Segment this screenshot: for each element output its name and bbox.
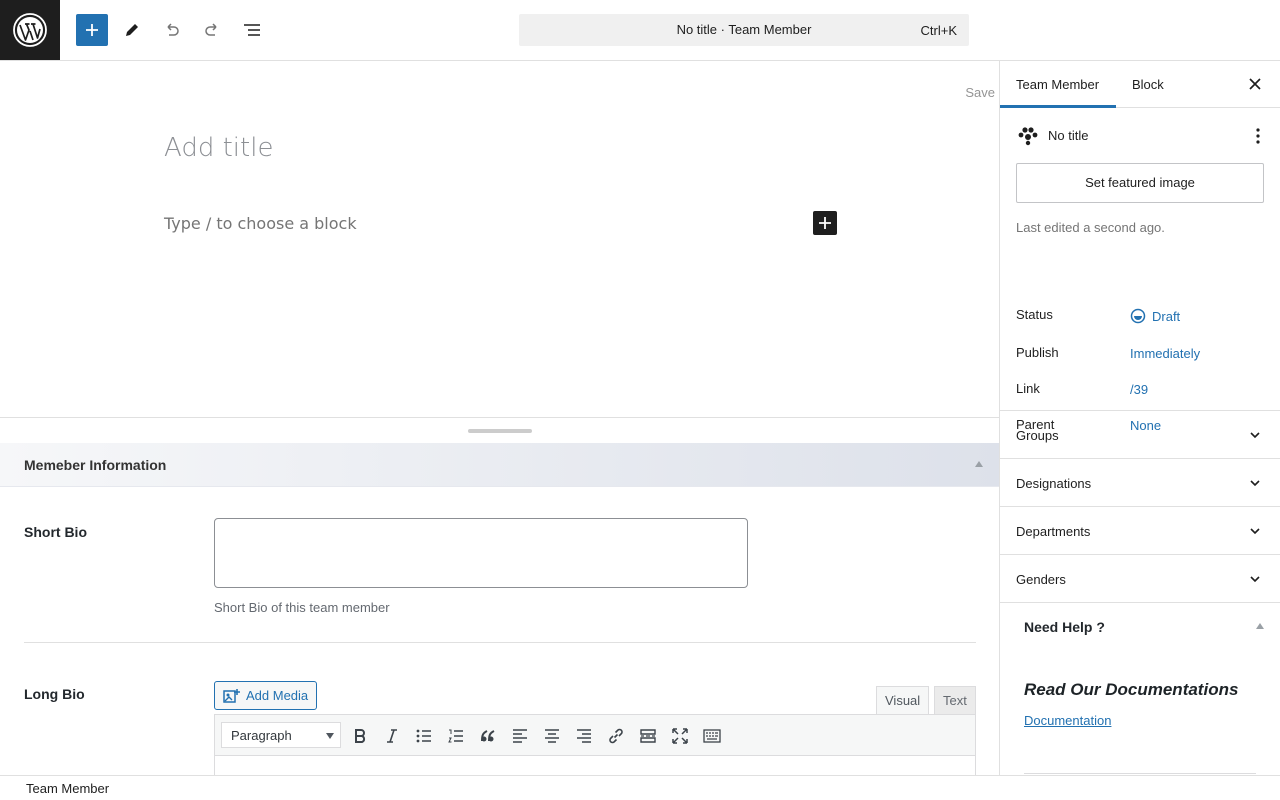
inline-inserter-button[interactable] — [813, 211, 837, 235]
short-bio-textarea[interactable] — [214, 518, 748, 588]
post-card-title: No title — [1048, 128, 1089, 143]
post-summary-panel: No title Set featured image Last edited … — [1000, 108, 1280, 433]
default-block-appender[interactable]: Type / to choose a block — [164, 214, 357, 233]
documentation-link[interactable]: Documentation — [1024, 713, 1111, 728]
tinymce-toolbar: Paragraph — [214, 714, 976, 756]
bulleted-list-icon[interactable] — [413, 725, 435, 747]
panel-title: Designations — [1016, 476, 1092, 491]
add-media-label: Add Media — [246, 688, 309, 703]
redo-button[interactable] — [196, 14, 228, 46]
status-label: Status — [1016, 307, 1053, 322]
metabox-title: Memeber Information — [24, 457, 167, 473]
chevron-down-icon — [1250, 480, 1260, 487]
long-bio-label: Long Bio — [24, 686, 85, 702]
list-view-icon — [244, 24, 260, 36]
format-select-value: Paragraph — [231, 728, 292, 743]
save-draft-button[interactable]: Save — [965, 85, 995, 100]
link-icon[interactable] — [605, 725, 627, 747]
chevron-down-icon — [1250, 528, 1260, 535]
tab-visual[interactable]: Visual — [876, 686, 930, 715]
align-center-icon[interactable] — [541, 725, 563, 747]
editor-canvas: Save Add title Type / to choose a block — [0, 61, 999, 417]
editor-header: No title · Team Member Ctrl+K — [0, 0, 1280, 61]
help-heading: Read Our Documentations — [1024, 680, 1239, 699]
undo-icon — [167, 23, 179, 36]
wordpress-logo-icon[interactable] — [0, 0, 60, 60]
tab-block[interactable]: Block — [1116, 61, 1180, 108]
short-bio-description: Short Bio of this team member — [214, 600, 390, 615]
italic-icon[interactable] — [381, 725, 403, 747]
field-divider — [24, 642, 976, 643]
panel-groups[interactable]: Groups — [1000, 411, 1280, 459]
metabox-resize-area — [0, 417, 999, 443]
sidebar-tabs: Team Member Block — [1000, 61, 1280, 108]
align-right-icon[interactable] — [573, 725, 595, 747]
bold-icon[interactable] — [349, 725, 371, 747]
publish-label: Publish — [1016, 345, 1059, 360]
close-icon[interactable] — [1246, 75, 1264, 93]
add-media-icon — [223, 688, 240, 703]
format-select[interactable]: Paragraph — [221, 722, 341, 748]
collapse-arrow-icon[interactable] — [1256, 623, 1264, 629]
add-media-button[interactable]: Add Media — [214, 681, 318, 710]
link-row: Link /39 — [1016, 381, 1266, 401]
collapse-arrow-icon[interactable] — [975, 461, 983, 467]
toolbar-toggle-icon[interactable] — [701, 725, 723, 747]
tab-document[interactable]: Team Member — [1000, 61, 1116, 108]
plus-icon — [86, 24, 98, 36]
post-card: No title — [1016, 126, 1266, 146]
align-left-icon[interactable] — [509, 725, 531, 747]
last-edited-text: Last edited a second ago. — [1016, 220, 1165, 235]
resize-handle[interactable] — [468, 429, 532, 433]
settings-sidebar: Team Member Block No title Set featured … — [999, 61, 1280, 775]
panel-designations[interactable]: Designations — [1000, 459, 1280, 507]
chevron-down-icon — [326, 733, 334, 739]
chevron-down-icon — [1250, 576, 1260, 583]
need-help-metabox: Need Help ? Read Our Documentations Docu… — [1000, 603, 1280, 775]
panel-title: Departments — [1016, 524, 1091, 539]
post-title-input[interactable]: Add title — [164, 133, 273, 163]
publish-value[interactable]: Immediately — [1130, 346, 1200, 361]
redo-icon — [205, 23, 217, 36]
status-value[interactable]: Draft — [1130, 308, 1180, 324]
panel-genders[interactable]: Genders — [1000, 555, 1280, 603]
undo-button[interactable] — [156, 14, 188, 46]
metabox-header[interactable]: Memeber Information — [0, 443, 999, 487]
numbered-list-icon[interactable] — [445, 725, 467, 747]
fullscreen-icon[interactable] — [669, 725, 691, 747]
blockquote-icon[interactable] — [477, 725, 499, 747]
status-row: Status Draft — [1016, 307, 1266, 327]
more-vertical-icon[interactable] — [1250, 126, 1266, 146]
draft-status-icon — [1130, 308, 1146, 324]
plus-icon — [819, 217, 831, 229]
tab-text[interactable]: Text — [934, 686, 976, 715]
link-value[interactable]: /39 — [1130, 382, 1148, 397]
panel-title: Genders — [1016, 572, 1066, 587]
breadcrumb-item[interactable]: Team Member — [26, 781, 109, 796]
command-palette-trigger[interactable]: No title · Team Member Ctrl+K — [519, 14, 969, 46]
member-information-metabox: Memeber Information Short Bio Short Bio … — [0, 443, 999, 775]
link-label: Link — [1016, 381, 1040, 396]
block-breadcrumb-bar: Team Member — [0, 775, 1280, 800]
short-bio-label: Short Bio — [24, 524, 87, 540]
status-value-text: Draft — [1152, 308, 1181, 324]
help-title: Need Help ? — [1024, 619, 1105, 635]
document-title: No title · Team Member — [676, 22, 812, 37]
publish-row: Publish Immediately — [1016, 345, 1266, 365]
tools-button[interactable] — [116, 14, 148, 46]
long-bio-editor[interactable] — [214, 756, 976, 775]
team-icon — [1016, 126, 1040, 146]
chevron-down-icon — [1250, 432, 1260, 439]
panel-title: Groups — [1016, 428, 1059, 443]
pencil-icon — [126, 24, 138, 36]
block-inserter-button[interactable] — [76, 14, 108, 46]
help-divider — [1024, 773, 1256, 774]
read-more-icon[interactable] — [637, 725, 659, 747]
panel-departments[interactable]: Departments — [1000, 507, 1280, 555]
document-overview-button[interactable] — [236, 14, 268, 46]
keyboard-shortcut: Ctrl+K — [920, 23, 957, 38]
set-featured-image-button[interactable]: Set featured image — [1016, 163, 1264, 203]
